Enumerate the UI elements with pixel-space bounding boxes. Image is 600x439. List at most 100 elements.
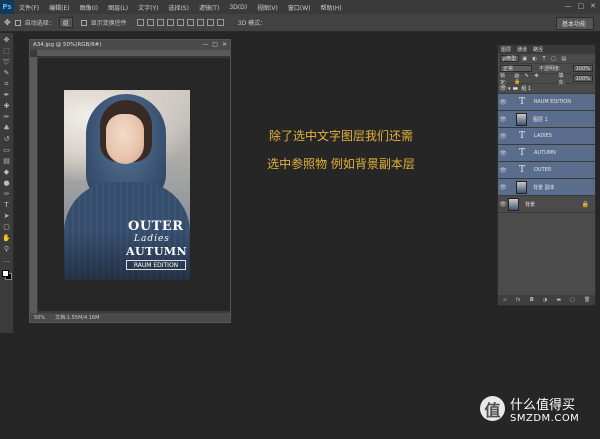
watermark-text-en: SMZDM.COM xyxy=(510,413,580,424)
layer-group-row[interactable]: 👁 ▾ ▬ 组 1 xyxy=(498,84,595,94)
layer-row[interactable]: 👁 T OUTER xyxy=(498,162,595,179)
menu-window[interactable]: 窗口(W) xyxy=(283,3,316,12)
tab-layers[interactable]: 图层 xyxy=(501,46,511,53)
minimize-icon[interactable]: — xyxy=(565,2,572,10)
layers-panel: 图层 通道 路径 ρ类型 ▣ ◐ T ▢ ▤ 正常 不透明度: 100% 锁定:… xyxy=(497,44,596,306)
align-bottom-icon[interactable] xyxy=(156,19,164,26)
tab-paths[interactable]: 路径 xyxy=(533,46,543,53)
adjustment-icon[interactable]: ◑ xyxy=(543,297,547,303)
visibility-eye-icon[interactable]: 👁 xyxy=(498,85,508,92)
visibility-eye-icon[interactable]: 👁 xyxy=(498,201,508,208)
close-icon[interactable]: ✕ xyxy=(590,2,596,10)
move-tool-icon[interactable]: ✥ xyxy=(4,18,11,27)
poster-autumn-text: AUTUMN xyxy=(126,245,188,258)
pen-tool-icon[interactable]: ✑ xyxy=(2,190,12,199)
layer-row[interactable]: 👁 T RAUM EDITION xyxy=(498,94,595,111)
opacity-input[interactable]: 100% xyxy=(572,65,593,72)
checkbox-icon[interactable] xyxy=(80,19,87,26)
shape-tool-icon[interactable]: ▢ xyxy=(2,223,12,232)
document-tab[interactable]: A34.jpg @ 50%(RGB/8#) — □ ✕ xyxy=(30,40,230,50)
more-tools-icon[interactable]: … xyxy=(2,256,12,265)
gradient-tool-icon[interactable]: ▤ xyxy=(2,157,12,166)
menu-help[interactable]: 帮助(H) xyxy=(316,3,347,12)
menu-image[interactable]: 图像(I) xyxy=(75,3,103,12)
distribute-icon[interactable] xyxy=(196,19,204,26)
align-right-icon[interactable] xyxy=(186,19,194,26)
visibility-eye-icon[interactable]: 👁 xyxy=(498,184,508,191)
eraser-tool-icon[interactable]: ▭ xyxy=(2,146,12,155)
dodge-tool-icon[interactable]: ● xyxy=(2,179,12,188)
align-top-icon[interactable] xyxy=(136,19,144,26)
tab-channels[interactable]: 通道 xyxy=(517,46,527,53)
menu-file[interactable]: 文件(F) xyxy=(14,3,44,12)
layer-row[interactable]: 👁 T LADIES xyxy=(498,128,595,145)
menu-view[interactable]: 视图(V) xyxy=(252,3,283,12)
auto-select-label: 自动选择： xyxy=(24,20,55,27)
align-left-icon[interactable] xyxy=(166,19,174,26)
checkbox-icon[interactable] xyxy=(14,19,21,26)
layer-row[interactable]: 👁 图层 1 xyxy=(498,111,595,128)
visibility-eye-icon[interactable]: 👁 xyxy=(498,167,508,174)
stamp-tool-icon[interactable]: ♣ xyxy=(2,124,12,133)
history-brush-tool-icon[interactable]: ↺ xyxy=(2,135,12,144)
hand-tool-icon[interactable]: ✋ xyxy=(2,234,12,243)
lasso-tool-icon[interactable]: ➰ xyxy=(2,58,12,67)
lock-icons[interactable]: ▨ ✎ ✥ 🔒 xyxy=(514,73,551,85)
eyedropper-tool-icon[interactable]: ✒ xyxy=(2,91,12,100)
folder-icon[interactable]: ▬ xyxy=(556,297,561,303)
menu-layer[interactable]: 图层(L) xyxy=(103,3,133,12)
auto-select-dropdown[interactable]: 组 xyxy=(58,17,73,28)
zoom-tool-icon[interactable]: ⚲ xyxy=(2,245,12,254)
poster-image: OUTER Ladies AUTUMN RAUM EDITION xyxy=(64,90,190,280)
type-tool-icon[interactable]: T xyxy=(2,201,12,210)
layer-row[interactable]: 👁 背景 🔒 xyxy=(498,196,595,213)
layer-filter-dropdown[interactable]: ρ类型 xyxy=(500,55,520,62)
distribute-icon[interactable] xyxy=(216,19,224,26)
fx-icon[interactable]: fx xyxy=(516,297,521,303)
mask-icon[interactable]: ◘ xyxy=(530,297,534,303)
visibility-eye-icon[interactable]: 👁 xyxy=(498,116,508,123)
visibility-eye-icon[interactable]: 👁 xyxy=(498,150,508,157)
minimize-icon[interactable]: — xyxy=(202,41,208,48)
menu-type[interactable]: 文字(Y) xyxy=(133,3,163,12)
align-center-icon[interactable] xyxy=(176,19,184,26)
new-layer-icon[interactable]: ▢ xyxy=(570,297,575,303)
canvas[interactable]: OUTER Ladies AUTUMN RAUM EDITION xyxy=(38,58,230,311)
fill-input[interactable]: 100% xyxy=(572,75,593,82)
layer-thumbnail xyxy=(516,180,527,194)
zoom-level[interactable]: 50% xyxy=(34,315,45,321)
align-middle-icon[interactable] xyxy=(146,19,154,26)
healing-tool-icon[interactable]: ✚ xyxy=(2,102,12,111)
smzdm-logo-icon: 值 xyxy=(480,396,505,421)
path-select-tool-icon[interactable]: ➤ xyxy=(2,212,12,221)
text-layer-icon: T xyxy=(518,148,525,158)
menu-filter[interactable]: 滤镜(T) xyxy=(194,3,224,12)
brush-tool-icon[interactable]: ✏ xyxy=(2,113,12,122)
maximize-icon[interactable]: □ xyxy=(212,41,218,48)
blur-tool-icon[interactable]: ◆ xyxy=(2,168,12,177)
distribute-icon[interactable] xyxy=(206,19,214,26)
quick-select-tool-icon[interactable]: ✎ xyxy=(2,69,12,78)
layer-name: 背景 副本 xyxy=(533,184,555,191)
menu-edit[interactable]: 编辑(E) xyxy=(44,3,74,12)
text-layer-icon: T xyxy=(518,131,525,141)
expand-arrow-icon[interactable]: ▾ xyxy=(508,86,511,92)
move-tool-icon[interactable]: ✥ xyxy=(2,36,12,45)
menu-select[interactable]: 选择(S) xyxy=(163,3,194,12)
visibility-eye-icon[interactable]: 👁 xyxy=(498,99,508,106)
foreground-color-swatch[interactable] xyxy=(2,270,9,277)
visibility-eye-icon[interactable]: 👁 xyxy=(498,133,508,140)
close-icon[interactable]: ✕ xyxy=(222,41,227,48)
layer-row[interactable]: 👁 T AUTUMN xyxy=(498,145,595,162)
menu-3d[interactable]: 3D(D) xyxy=(224,4,252,11)
filter-icons[interactable]: ▣ ◐ T ▢ ▤ xyxy=(522,56,568,62)
link-icon[interactable]: ∞ xyxy=(503,297,507,303)
trash-icon[interactable]: 🗑 xyxy=(584,297,590,303)
marquee-tool-icon[interactable]: ⬚ xyxy=(2,47,12,56)
workspace-switcher[interactable]: 基本功能 xyxy=(556,17,594,30)
layer-name: AUTUMN xyxy=(534,150,556,156)
maximize-icon[interactable]: □ xyxy=(578,2,585,10)
crop-tool-icon[interactable]: ⌗ xyxy=(2,80,12,89)
poster-ladies-text: Ladies xyxy=(134,234,170,244)
layer-row[interactable]: 👁 背景 副本 xyxy=(498,179,595,196)
